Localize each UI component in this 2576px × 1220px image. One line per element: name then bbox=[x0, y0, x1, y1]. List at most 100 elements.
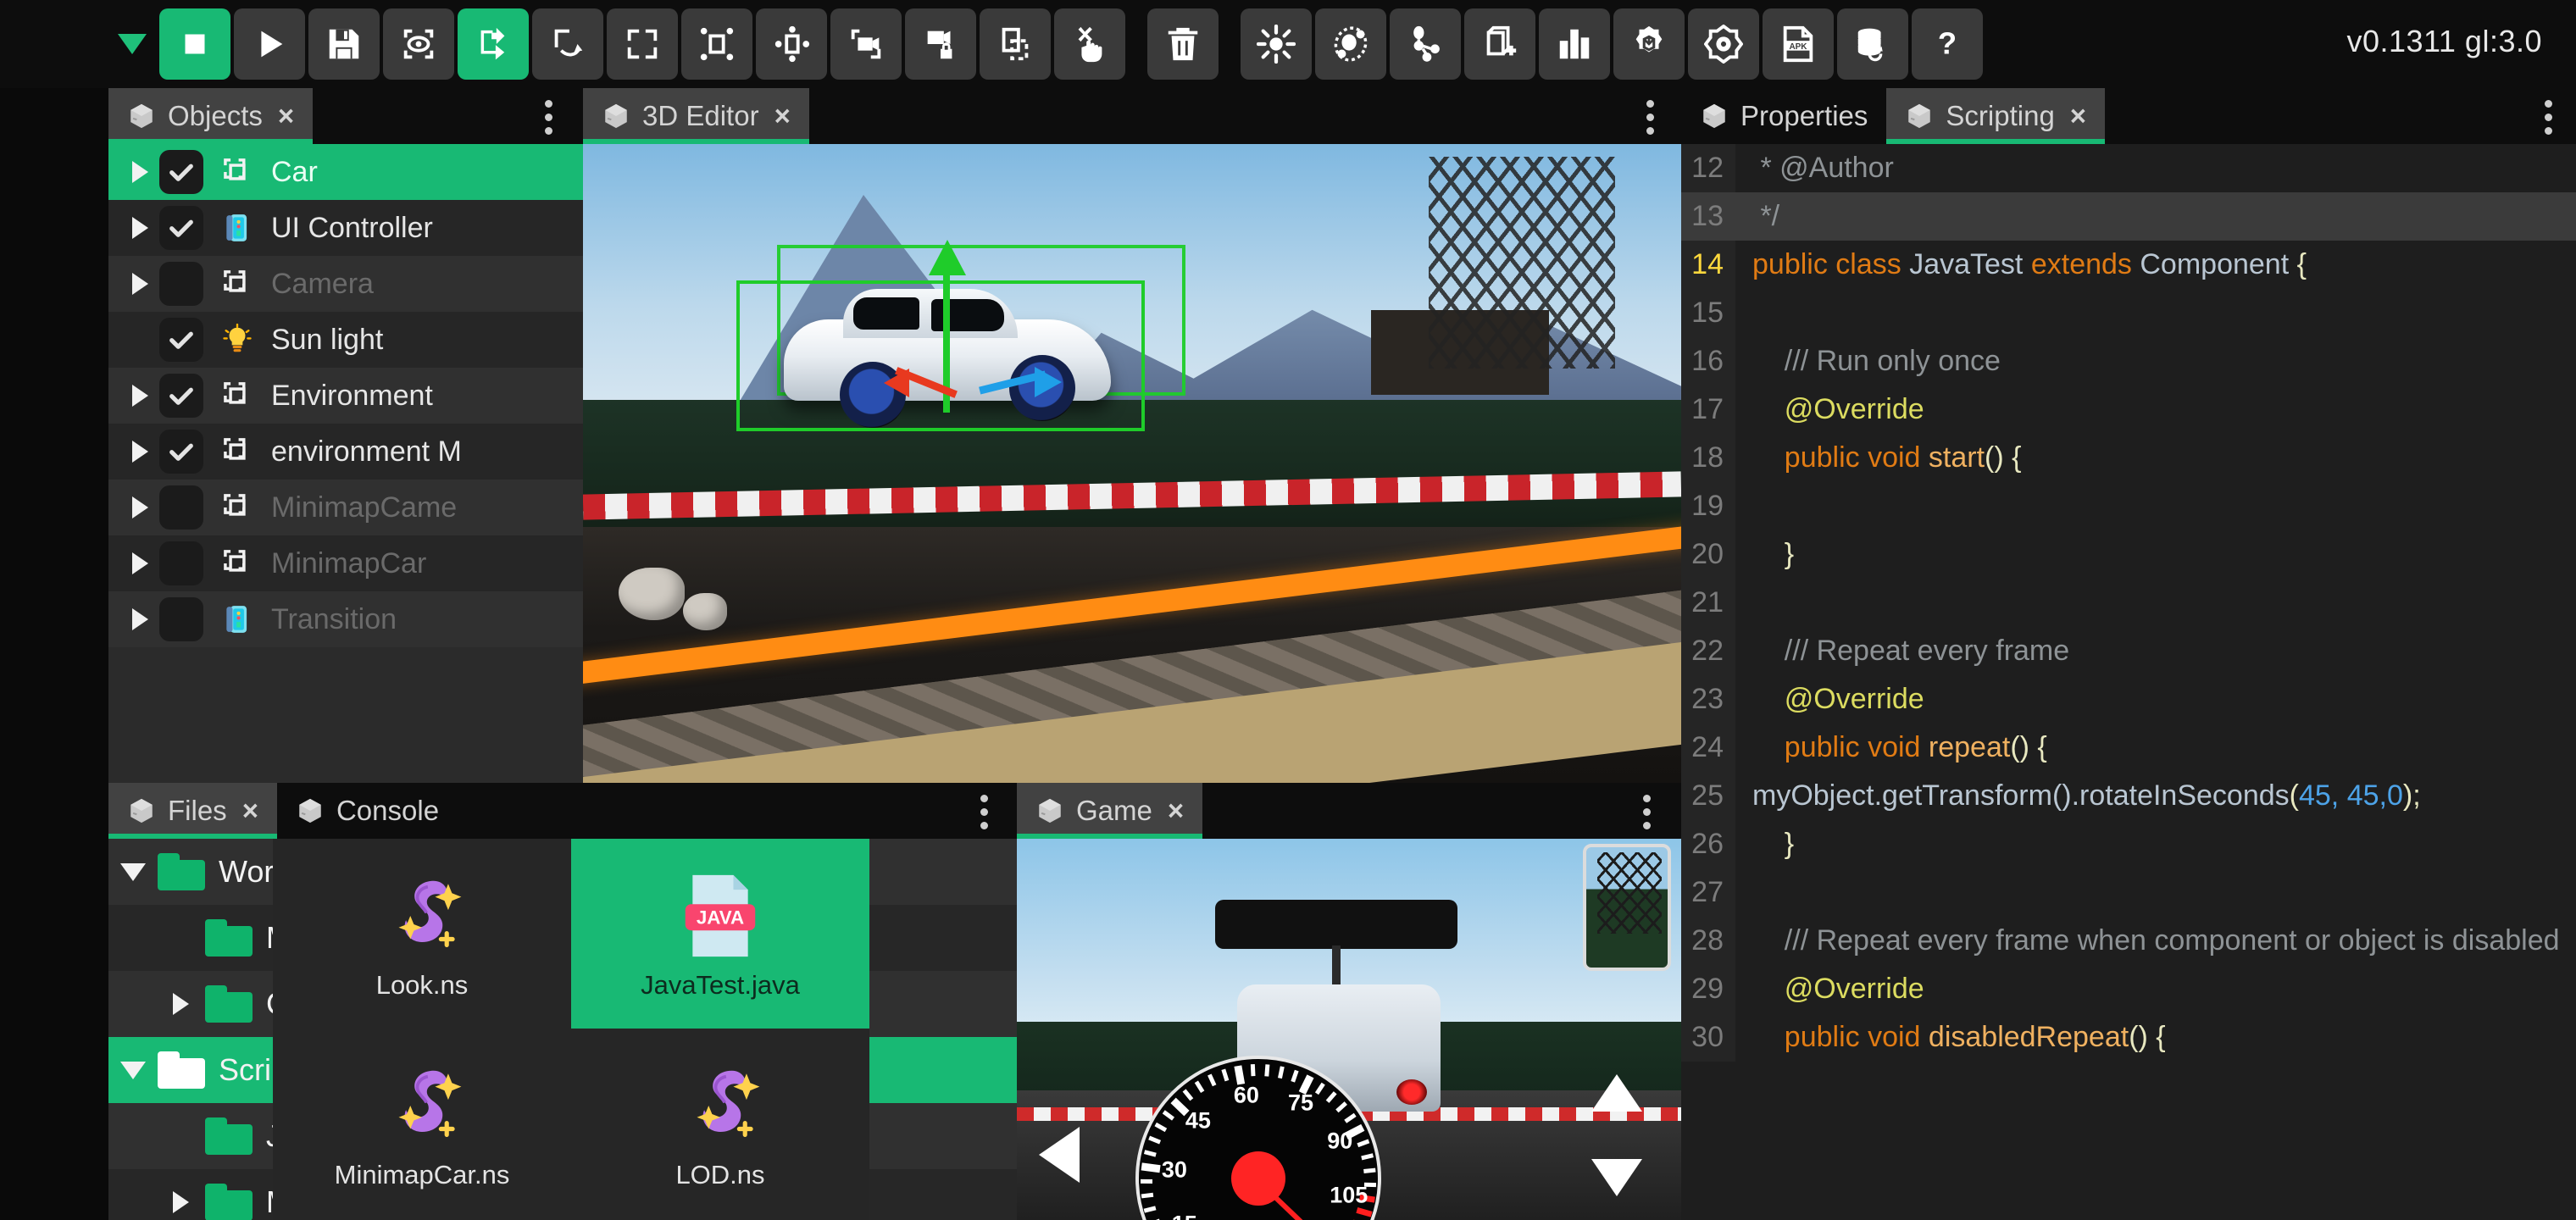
code-line[interactable]: 23 @Override bbox=[1681, 675, 2576, 724]
expand-arrow-icon[interactable] bbox=[120, 385, 159, 407]
move-tool-button[interactable] bbox=[458, 8, 529, 80]
visibility-checkbox[interactable] bbox=[159, 430, 203, 474]
gizmo-handle-z[interactable] bbox=[1035, 367, 1062, 397]
close-icon[interactable]: × bbox=[242, 795, 258, 827]
save-button[interactable] bbox=[308, 8, 380, 80]
object-row-camera[interactable]: Camera bbox=[108, 256, 583, 312]
expand-arrow-icon[interactable] bbox=[120, 552, 159, 574]
preview-button[interactable] bbox=[383, 8, 454, 80]
snap-button[interactable] bbox=[980, 8, 1051, 80]
object-row-sun-light[interactable]: Sun light bbox=[108, 312, 583, 368]
stop-button[interactable] bbox=[159, 8, 230, 80]
pivot-local-button[interactable] bbox=[756, 8, 827, 80]
delete-button[interactable] bbox=[1147, 8, 1219, 80]
code-line[interactable]: 25myObject.getTransform().rotateInSecond… bbox=[1681, 772, 2576, 820]
tab-console[interactable]: Console bbox=[277, 783, 458, 839]
code-line[interactable]: 13 */ bbox=[1681, 192, 2576, 241]
close-icon[interactable]: × bbox=[278, 100, 294, 132]
expand-arrow-icon[interactable] bbox=[156, 1191, 205, 1213]
visibility-checkbox[interactable] bbox=[159, 206, 203, 250]
code-line[interactable]: 29 @Override bbox=[1681, 965, 2576, 1013]
build-apk-button[interactable]: APK bbox=[1763, 8, 1834, 80]
rotate-tool-button[interactable] bbox=[532, 8, 603, 80]
menu-caret-icon[interactable] bbox=[108, 8, 156, 80]
car-object-3d[interactable] bbox=[765, 284, 1130, 436]
expand-arrow-icon[interactable] bbox=[120, 496, 159, 518]
scale-tool-button[interactable] bbox=[607, 8, 678, 80]
select-touch-button[interactable] bbox=[1054, 8, 1125, 80]
game-menu-button[interactable] bbox=[1642, 795, 1651, 829]
expand-arrow-icon[interactable] bbox=[156, 993, 205, 1015]
expand-arrow-icon[interactable] bbox=[120, 441, 159, 463]
tab-game[interactable]: Game × bbox=[1017, 783, 1202, 839]
files-menu-button[interactable] bbox=[980, 795, 988, 829]
engine-settings-button[interactable] bbox=[1688, 8, 1759, 80]
tab-3d-editor[interactable]: 3D Editor × bbox=[583, 88, 809, 144]
close-icon[interactable]: × bbox=[1168, 795, 1184, 827]
physics-button[interactable] bbox=[1390, 8, 1461, 80]
code-line[interactable]: 16 /// Run only once bbox=[1681, 337, 2576, 385]
code-line[interactable]: 27 bbox=[1681, 868, 2576, 917]
lock-object-button[interactable] bbox=[905, 8, 976, 80]
expand-arrow-icon[interactable] bbox=[120, 217, 159, 239]
editor3d-menu-button[interactable] bbox=[1646, 100, 1654, 135]
code-line[interactable]: 14public class JavaTest extends Componen… bbox=[1681, 241, 2576, 289]
gizmo-handle-x[interactable] bbox=[884, 369, 909, 397]
code-line[interactable]: 12 * @Author bbox=[1681, 144, 2576, 192]
tab-files[interactable]: Files × bbox=[108, 783, 277, 839]
file-grid-item[interactable]: MinimapCar.ns bbox=[273, 1029, 571, 1218]
close-icon[interactable]: × bbox=[774, 100, 791, 132]
code-line[interactable]: 15 bbox=[1681, 289, 2576, 337]
expand-arrow-icon[interactable] bbox=[120, 608, 159, 630]
close-icon[interactable]: × bbox=[2070, 100, 2086, 132]
tab-scripting[interactable]: Scripting × bbox=[1886, 88, 2105, 144]
code-line[interactable]: 26 } bbox=[1681, 820, 2576, 868]
editor3d-viewport[interactable] bbox=[583, 144, 1681, 783]
tab-objects[interactable]: Objects × bbox=[108, 88, 313, 144]
code-line[interactable]: 30 public void disabledRepeat() { bbox=[1681, 1013, 2576, 1062]
scripting-menu-button[interactable] bbox=[2544, 100, 2552, 135]
object-row-car[interactable]: Car bbox=[108, 144, 583, 200]
game-viewport[interactable]: 0153045607590105120 bbox=[1017, 839, 1681, 1220]
object-row-minimapcame[interactable]: MinimapCame bbox=[108, 480, 583, 535]
objects-menu-button[interactable] bbox=[544, 100, 552, 135]
code-editor[interactable]: 12 * @Author13 */14public class JavaTest… bbox=[1681, 144, 2576, 1220]
object-row-minimapcar[interactable]: MinimapCar bbox=[108, 535, 583, 591]
expand-arrow-icon[interactable] bbox=[108, 1062, 158, 1079]
code-line[interactable]: 18 public void start() { bbox=[1681, 434, 2576, 482]
visibility-checkbox[interactable] bbox=[159, 541, 203, 585]
steer-left-button[interactable] bbox=[1039, 1127, 1080, 1183]
pivot-center-button[interactable] bbox=[681, 8, 752, 80]
visibility-checkbox[interactable] bbox=[159, 485, 203, 530]
visibility-checkbox[interactable] bbox=[159, 262, 203, 306]
code-line[interactable]: 21 bbox=[1681, 579, 2576, 627]
object-row-transition[interactable]: Transition bbox=[108, 591, 583, 647]
help-button[interactable]: ? bbox=[1912, 8, 1983, 80]
brake-button[interactable] bbox=[1591, 1159, 1642, 1196]
play-button[interactable] bbox=[234, 8, 305, 80]
stats-button[interactable] bbox=[1539, 8, 1610, 80]
tab-properties[interactable]: Properties bbox=[1681, 88, 1886, 144]
file-grid-item[interactable]: Look.ns bbox=[273, 839, 571, 1029]
code-line[interactable]: 17 @Override bbox=[1681, 385, 2576, 434]
file-grid-item[interactable]: JAVAJavaTest.java bbox=[571, 839, 869, 1029]
light-button[interactable] bbox=[1241, 8, 1312, 80]
visibility-checkbox[interactable] bbox=[159, 150, 203, 194]
visibility-checkbox[interactable] bbox=[159, 597, 203, 641]
file-grid-item[interactable]: LOD.ns bbox=[571, 1029, 869, 1218]
visibility-checkbox[interactable] bbox=[159, 374, 203, 418]
expand-arrow-icon[interactable] bbox=[120, 161, 159, 183]
project-settings-button[interactable] bbox=[1613, 8, 1685, 80]
gizmo-handle-y[interactable] bbox=[929, 240, 966, 275]
expand-arrow-icon[interactable] bbox=[120, 273, 159, 295]
code-line[interactable]: 22 /// Repeat every frame bbox=[1681, 627, 2576, 675]
object-row-environment[interactable]: Environment bbox=[108, 368, 583, 424]
visibility-checkbox[interactable] bbox=[159, 318, 203, 362]
code-line[interactable]: 19 bbox=[1681, 482, 2576, 530]
add-object-button[interactable] bbox=[1464, 8, 1535, 80]
code-line[interactable]: 20 } bbox=[1681, 530, 2576, 579]
duplicate-button[interactable] bbox=[830, 8, 902, 80]
code-line[interactable]: 28 /// Repeat every frame when component… bbox=[1681, 917, 2576, 965]
object-row-ui-controller[interactable]: UI Controller bbox=[108, 200, 583, 256]
expand-arrow-icon[interactable] bbox=[108, 863, 158, 881]
